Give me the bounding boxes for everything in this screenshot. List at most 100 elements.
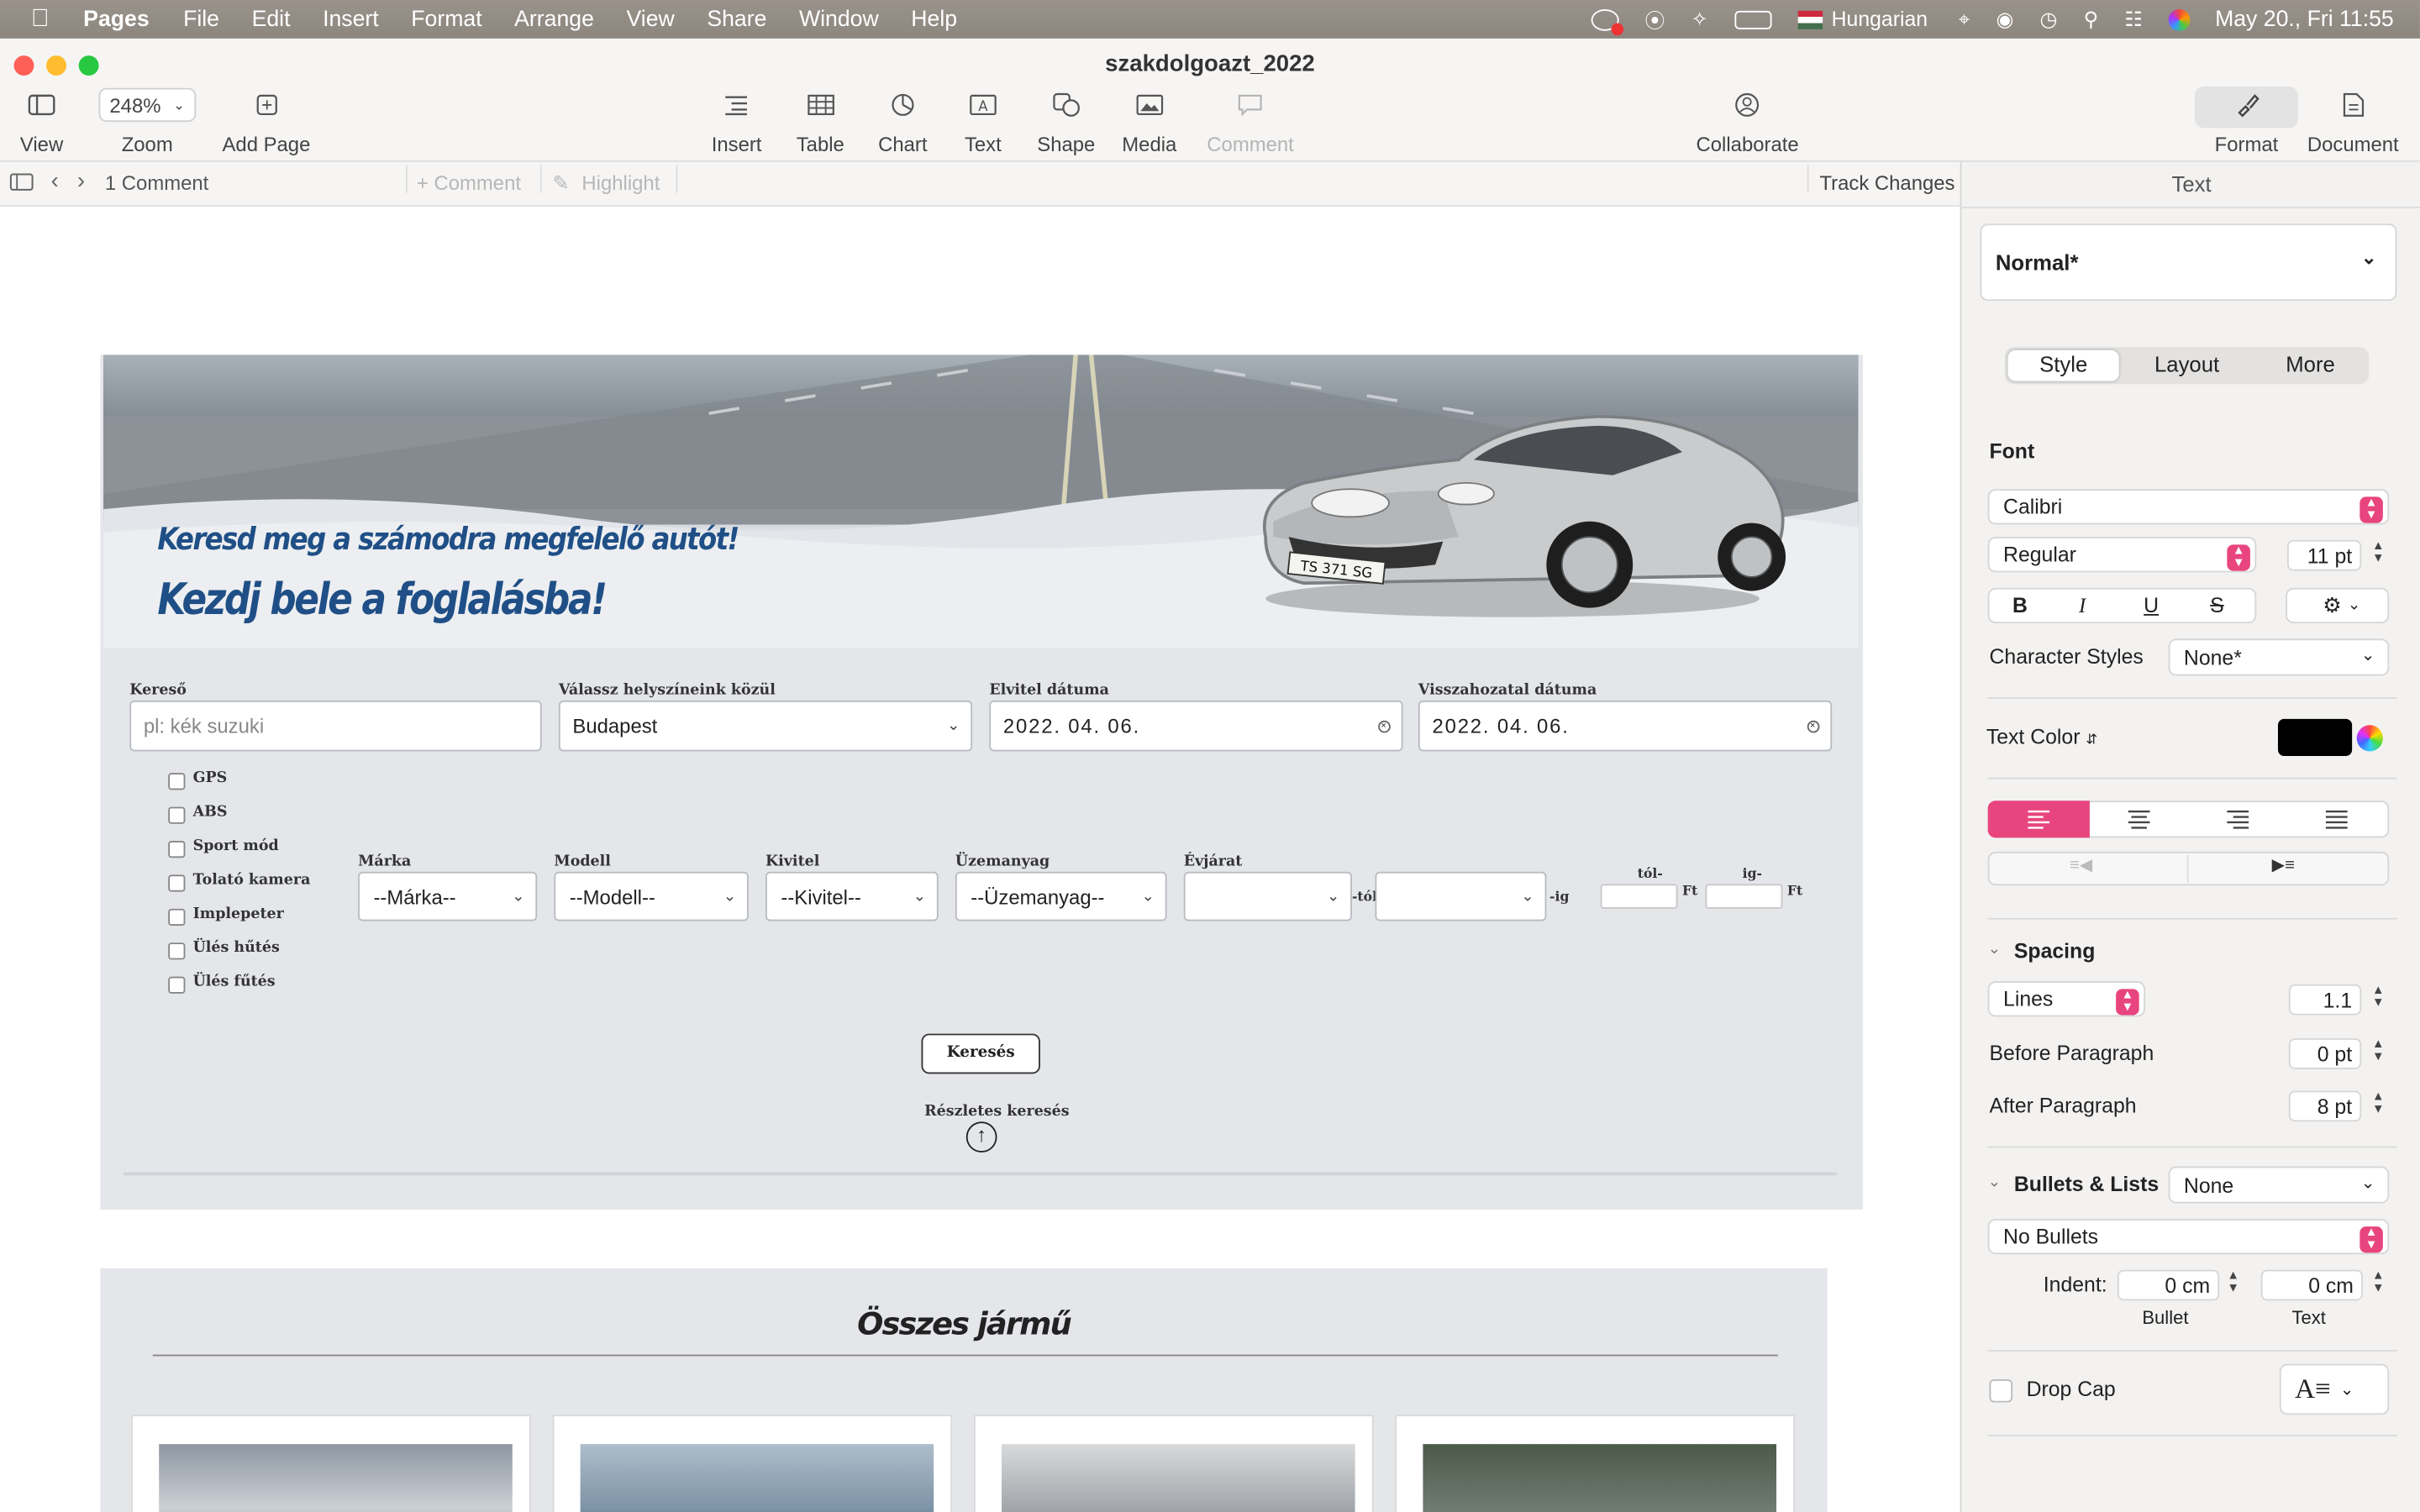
collaborate-button[interactable]: Collaborate (1697, 88, 1799, 156)
control-center-icon[interactable]: ☷ (2124, 7, 2142, 31)
flag-hungary-icon[interactable] (1797, 9, 1823, 29)
menu-edit[interactable]: Edit (252, 7, 291, 31)
return-date-input[interactable]: 2022. 04. 06. × (1418, 700, 1833, 752)
seat-cooling-checkbox[interactable] (168, 942, 186, 960)
wifi-icon[interactable]: ⌖ (1959, 7, 1970, 31)
font-size-stepper[interactable]: ▲ ▼ (2372, 539, 2385, 564)
search-input[interactable]: pl: kék suzuki (129, 700, 542, 752)
zoom-control[interactable]: 248% ⌄ Zoom (98, 87, 196, 156)
drop-cap-checkbox[interactable] (1989, 1379, 2013, 1403)
character-styles-select[interactable]: None* ⌄ (2168, 638, 2390, 676)
model-select[interactable]: --Modell-- ⌄ (554, 871, 749, 921)
vehicle-card[interactable] (1395, 1415, 1796, 1512)
bluetooth-icon[interactable]: ✧ (1691, 7, 1708, 31)
add-comment-button[interactable]: + Comment (417, 171, 521, 195)
underline-button[interactable]: U (2144, 594, 2159, 617)
pickup-date-input[interactable]: 2022. 04. 06. × (989, 700, 1403, 752)
italic-button[interactable]: I (2079, 594, 2086, 618)
comment-toolbar-button[interactable]: Comment (1207, 88, 1294, 156)
text-indent-stepper[interactable]: ▲ ▼ (2372, 1269, 2385, 1294)
layout-tab[interactable]: Layout (2131, 352, 2242, 376)
document-button[interactable]: Document (2307, 88, 2399, 156)
time-machine-icon[interactable]: ◷ (2040, 7, 2058, 31)
track-changes-button[interactable]: Track Changes (1819, 171, 1954, 195)
bold-button[interactable]: B (2012, 594, 2028, 617)
seat-heating-checkbox[interactable] (168, 976, 186, 994)
next-comment-icon[interactable]: › (77, 168, 85, 194)
after-paragraph-field[interactable]: 8 pt (2288, 1090, 2362, 1122)
brand-select[interactable]: --Márka-- ⌄ (358, 871, 538, 921)
battery-icon[interactable] (1733, 9, 1772, 29)
table-button[interactable]: Table (797, 88, 844, 156)
font-weight-select[interactable]: Regular ▲ ▼ (1987, 537, 2257, 573)
menu-insert[interactable]: Insert (323, 7, 379, 31)
chevron-down-icon[interactable]: ⌄ (1988, 1174, 2001, 1191)
justify-button[interactable] (2287, 801, 2386, 837)
color-wheel-icon[interactable] (2356, 725, 2383, 752)
increase-indent-icon[interactable]: ▶≡ (2272, 855, 2295, 874)
paragraph-style-dropdown[interactable]: Normal* ⌄ (1980, 223, 2397, 302)
style-tab[interactable]: Style (2008, 352, 2119, 376)
keyboard-layout[interactable]: Hungarian (1832, 8, 1928, 31)
airdrop-icon[interactable]: ⦿ (1645, 5, 1665, 34)
line-spacing-stepper[interactable]: ▲ ▼ (2372, 984, 2385, 1009)
highlight-pen-icon[interactable]: ✎ (553, 171, 570, 196)
add-page-button[interactable]: Add Page (222, 88, 310, 156)
user-icon[interactable]: ◉ (1996, 7, 2013, 31)
bullet-indent-field[interactable]: 0 cm (2117, 1269, 2220, 1301)
comments-sidebar-icon[interactable] (9, 173, 34, 197)
sport-mode-checkbox[interactable] (168, 841, 186, 858)
vehicle-card[interactable] (131, 1415, 531, 1512)
shape-button[interactable]: Shape (1037, 88, 1095, 156)
price-to-input[interactable] (1705, 884, 1783, 909)
before-paragraph-stepper[interactable]: ▲ ▼ (2372, 1037, 2385, 1063)
media-button[interactable]: Media (1122, 88, 1176, 156)
apple-icon[interactable]:  (31, 5, 50, 33)
menu-window[interactable]: Window (799, 7, 879, 31)
menu-file[interactable]: File (183, 7, 219, 31)
drop-cap-style-select[interactable]: A≡ ⌄ (2279, 1363, 2390, 1415)
body-type-select[interactable]: --Kivitel-- ⌄ (765, 871, 939, 921)
siri-icon[interactable] (2168, 8, 2191, 30)
gps-checkbox[interactable] (168, 773, 186, 790)
highlight-button[interactable]: Highlight (581, 171, 660, 195)
search-button[interactable]: Keresés (921, 1033, 1040, 1074)
align-left-button[interactable] (1987, 801, 2090, 838)
spacing-section-label[interactable]: Spacing (2014, 940, 2095, 963)
detailed-search-link[interactable]: Részletes keresés (924, 1103, 1069, 1120)
text-color-swatch[interactable] (2277, 718, 2353, 756)
year-to-select[interactable]: ⌄ (1375, 871, 1547, 921)
spacing-mode-select[interactable]: Lines ▲ ▼ (1987, 981, 2146, 1017)
text-color-label[interactable]: Text Color ⇵ (1986, 725, 2097, 748)
vehicle-card[interactable] (552, 1415, 953, 1512)
bullets-section-label[interactable]: Bullets & Lists (2014, 1173, 2159, 1196)
clear-icon[interactable]: × (1378, 720, 1391, 733)
bullet-style-select[interactable]: No Bullets ▲ ▼ (1987, 1218, 2390, 1255)
screen-record-icon[interactable] (1591, 8, 1623, 35)
year-from-select[interactable]: ⌄ (1183, 871, 1352, 921)
menu-arrange[interactable]: Arrange (514, 7, 594, 31)
chart-button[interactable]: Chart (878, 88, 927, 156)
price-from-input[interactable] (1600, 884, 1678, 909)
previous-comment-icon[interactable]: ‹ (51, 168, 59, 194)
more-tab[interactable]: More (2254, 352, 2365, 376)
menu-app-name[interactable]: Pages (83, 7, 149, 31)
reverse-camera-checkbox[interactable] (168, 874, 186, 892)
vehicle-card[interactable] (973, 1415, 1374, 1512)
comment-count[interactable]: 1 Comment (105, 171, 208, 195)
align-right-button[interactable] (2188, 801, 2287, 837)
text-options-button[interactable]: ⚙ ⌄ (2286, 587, 2390, 624)
menu-share[interactable]: Share (707, 7, 766, 31)
spotlight-search-icon[interactable]: ⚲ (2084, 7, 2099, 31)
format-button[interactable]: Format (2215, 88, 2278, 156)
document-canvas[interactable]: TS 371 SG Keresd meg a számodra megfelel… (0, 207, 1960, 1512)
font-size-field[interactable]: 11 pt (2286, 539, 2362, 571)
text-indent-field[interactable]: 0 cm (2260, 1269, 2363, 1301)
align-center-button[interactable] (2090, 801, 2189, 837)
bullet-indent-stepper[interactable]: ▲ ▼ (2227, 1269, 2239, 1294)
menu-view[interactable]: View (626, 7, 674, 31)
before-paragraph-field[interactable]: 0 pt (2288, 1038, 2362, 1069)
text-button[interactable]: A Text (965, 88, 1002, 156)
implepeter-checkbox[interactable] (168, 908, 186, 927)
abs-checkbox[interactable] (168, 806, 186, 824)
